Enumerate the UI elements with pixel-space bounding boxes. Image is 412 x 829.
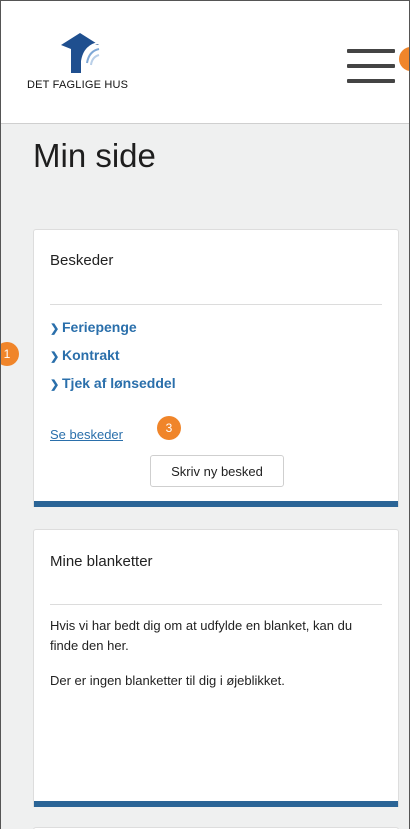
annotation-marker-partial	[399, 47, 409, 71]
message-link-label: Tjek af lønseddel	[62, 375, 176, 391]
new-message-button[interactable]: Skriv ny besked	[150, 455, 284, 487]
annotation-marker: 1	[1, 342, 19, 366]
hamburger-menu-icon	[347, 49, 395, 53]
message-link-label: Kontrakt	[62, 347, 120, 363]
messages-card-title: Beskeder	[50, 252, 114, 269]
hamburger-line	[347, 79, 395, 83]
forms-card-title: Mine blanketter	[50, 553, 153, 570]
message-link-tjek-loenseddel[interactable]: ❯ Tjek af lønseddel	[50, 375, 176, 391]
divider	[50, 304, 382, 305]
logo-mark-icon	[61, 33, 100, 73]
app-frame: DET FAGLIGE HUS Min side Beskeder ❯ Ferie…	[0, 0, 410, 829]
card-accent-bar	[34, 501, 398, 507]
chevron-right-icon: ❯	[50, 379, 60, 391]
message-link-kontrakt[interactable]: ❯ Kontrakt	[50, 347, 120, 363]
forms-intro-text: Hvis vi har bedt dig om at udfylde en bl…	[50, 618, 353, 653]
chevron-right-icon: ❯	[50, 323, 60, 335]
forms-card: Mine blanketter Hvis vi har bedt dig om …	[33, 529, 399, 807]
card-accent-bar	[34, 801, 398, 807]
page-title: Min side	[33, 137, 156, 174]
logo[interactable]: DET FAGLIGE HUS	[27, 31, 147, 95]
message-link-label: Feriepenge	[62, 319, 137, 335]
chevron-right-icon: ❯	[50, 351, 60, 363]
divider	[50, 604, 382, 605]
logo-text: DET FAGLIGE HUS	[27, 79, 129, 91]
menu-button[interactable]	[345, 43, 397, 89]
annotation-marker: 3	[157, 416, 181, 440]
site-header: DET FAGLIGE HUS	[1, 1, 409, 124]
messages-card: Beskeder ❯ Feriepenge ❯ Kontrakt ❯ Tjek af …	[33, 229, 399, 507]
message-link-feriepenge[interactable]: ❯ Feriepenge	[50, 319, 137, 335]
forms-empty-text: Der er ingen blanketter til dig i øjebli…	[50, 673, 285, 688]
see-messages-link[interactable]: Se beskeder	[50, 427, 123, 442]
hamburger-line	[347, 64, 395, 68]
